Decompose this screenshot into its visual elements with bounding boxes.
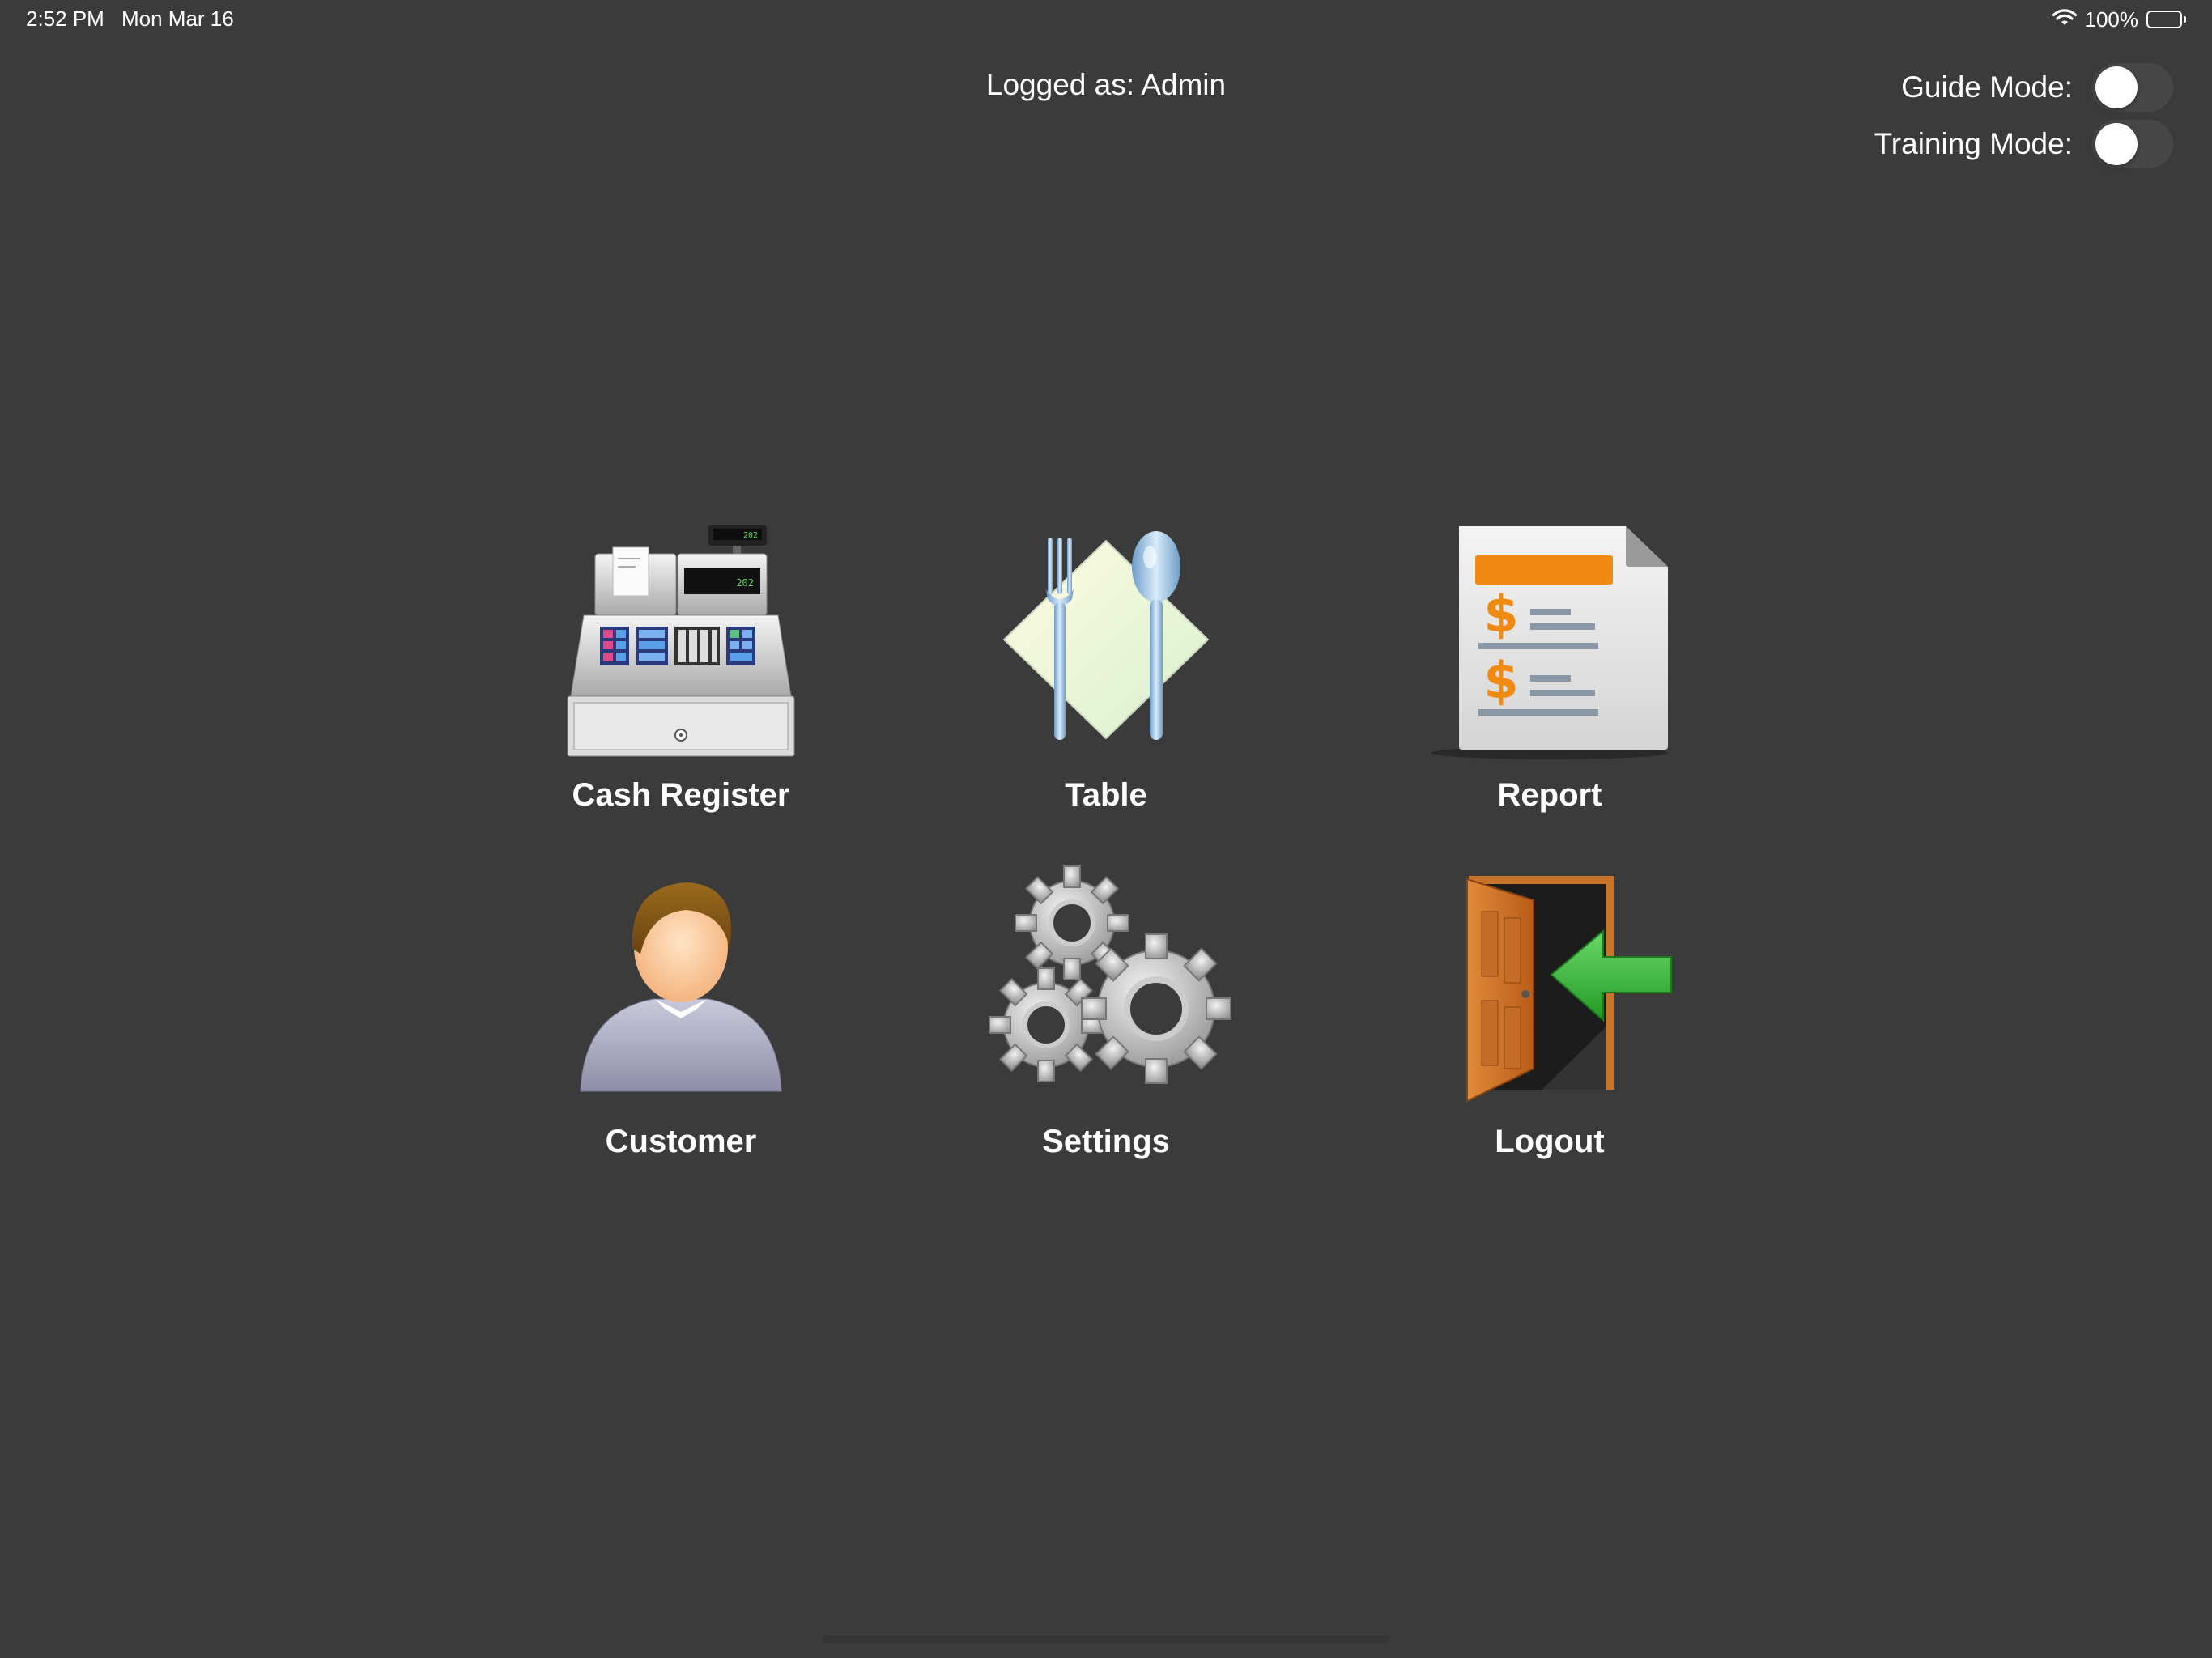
- fork-spoon-icon: [976, 518, 1236, 761]
- table-label: Table: [1065, 777, 1147, 813]
- guide-mode-label: Guide Mode:: [1901, 70, 2073, 104]
- battery-nub: [2184, 16, 2186, 23]
- status-time: 2:52 PM: [26, 6, 104, 31]
- cash-register-label: Cash Register: [572, 777, 790, 813]
- training-mode-row: Training Mode:: [1874, 120, 2173, 168]
- toggle-knob: [2095, 123, 2138, 165]
- training-mode-label: Training Mode:: [1874, 127, 2073, 160]
- svg-text:202: 202: [743, 531, 758, 540]
- report-button[interactable]: $ $ Report: [1380, 518, 1720, 826]
- gears-icon: [976, 865, 1236, 1107]
- battery-percent: 100%: [2084, 6, 2139, 32]
- settings-button[interactable]: Settings: [936, 865, 1276, 1172]
- status-date: Mon Mar 16: [121, 6, 234, 31]
- svg-text:$: $: [1483, 585, 1518, 644]
- svg-text:$: $: [1483, 651, 1518, 710]
- door-exit-icon: [1420, 865, 1679, 1107]
- svg-text:202: 202: [736, 577, 754, 589]
- logout-button[interactable]: Logout: [1380, 865, 1720, 1172]
- cash-register-button[interactable]: 202 202 Cash Register: [511, 518, 851, 826]
- cash-register-icon: 202 202: [551, 518, 810, 761]
- home-indicator[interactable]: [823, 1635, 1389, 1643]
- training-mode-toggle[interactable]: [2092, 120, 2173, 168]
- home-screen: 2:52 PM Mon Mar 16 100% Logged as: Admin…: [0, 0, 2212, 1658]
- guide-mode-toggle[interactable]: [2092, 63, 2173, 112]
- logout-label: Logout: [1495, 1124, 1605, 1159]
- logged-as-label: Logged as: Admin: [985, 68, 1227, 101]
- customer-person-icon: [551, 865, 810, 1107]
- toggle-knob: [2095, 66, 2138, 108]
- settings-label: Settings: [1042, 1124, 1170, 1159]
- report-document-icon: $ $: [1420, 518, 1679, 761]
- table-button[interactable]: Table: [936, 518, 1276, 826]
- customer-label: Customer: [605, 1124, 757, 1159]
- guide-mode-row: Guide Mode:: [1901, 63, 2173, 112]
- status-indicators: 100%: [2052, 5, 2186, 34]
- customer-button[interactable]: Customer: [511, 865, 851, 1172]
- battery-icon: [2146, 11, 2182, 28]
- wifi-icon: [2052, 8, 2077, 31]
- report-label: Report: [1497, 777, 1602, 813]
